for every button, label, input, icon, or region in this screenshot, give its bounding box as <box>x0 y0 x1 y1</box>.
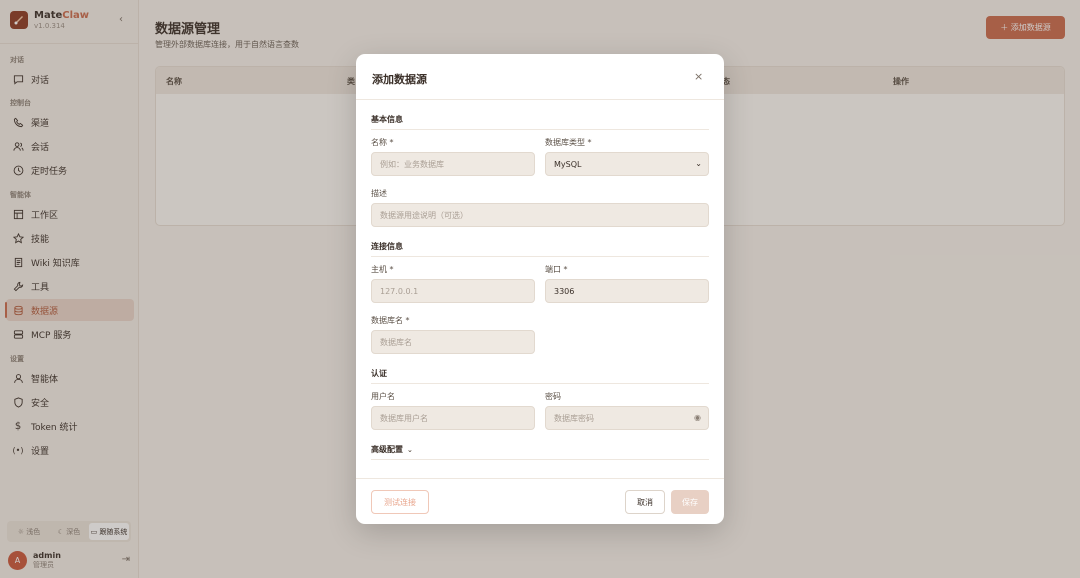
test-connection-button[interactable]: 测试连接 <box>371 490 429 514</box>
port-label: 端口 * <box>545 265 568 274</box>
username-label: 用户名 <box>371 392 395 401</box>
divider <box>356 99 724 100</box>
cancel-button[interactable]: 取消 <box>625 490 665 514</box>
divider <box>371 129 709 130</box>
save-button[interactable]: 保存 <box>671 490 709 514</box>
db-name-input[interactable]: 数据库名 <box>371 330 535 354</box>
dialog-title: 添加数据源 <box>372 73 427 86</box>
name-input[interactable]: 例如：业务数据库 <box>371 152 535 176</box>
group-title-connection: 连接信息 <box>371 242 403 251</box>
add-datasource-dialog: 添加数据源 × 基本信息 名称 * 例如：业务数据库 数据库类型 * MySQL… <box>356 54 724 524</box>
description-label: 描述 <box>371 189 387 198</box>
close-icon[interactable]: × <box>694 70 703 83</box>
description-input[interactable]: 数据源用途说明（可选） <box>371 203 709 227</box>
divider <box>371 459 709 460</box>
password-input[interactable]: 数据库密码 ◉ <box>545 406 709 430</box>
name-label: 名称 * <box>371 138 394 147</box>
group-title-auth: 认证 <box>371 369 387 378</box>
group-title-basic: 基本信息 <box>371 115 403 124</box>
advanced-config-toggle[interactable]: 高级配置 ⌄ <box>371 444 413 455</box>
port-input[interactable]: 3306 <box>545 279 709 303</box>
divider <box>371 383 709 384</box>
db-type-select[interactable]: MySQL ⌄ <box>545 152 709 176</box>
db-name-label: 数据库名 * <box>371 316 410 325</box>
db-type-label: 数据库类型 * <box>545 138 592 147</box>
chevron-down-icon: ⌄ <box>407 445 413 454</box>
username-input[interactable]: 数据库用户名 <box>371 406 535 430</box>
password-label: 密码 <box>545 392 561 401</box>
host-label: 主机 * <box>371 265 394 274</box>
divider <box>371 256 709 257</box>
divider <box>356 478 724 479</box>
chevron-down-icon: ⌄ <box>695 159 702 168</box>
host-input[interactable]: 127.0.0.1 <box>371 279 535 303</box>
eye-icon[interactable]: ◉ <box>694 413 701 422</box>
